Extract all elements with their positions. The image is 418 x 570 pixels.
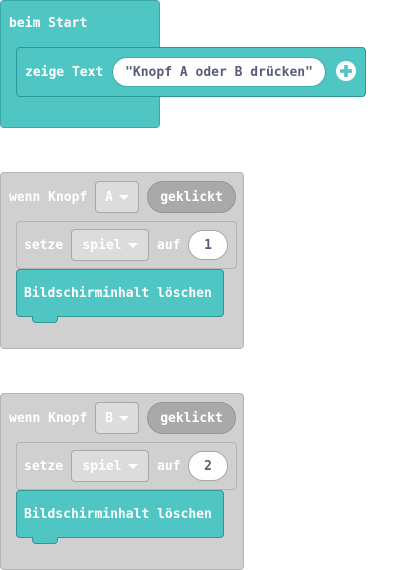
clear-screen-a-notch: [32, 316, 58, 323]
set-variable-b-label: setze: [24, 459, 64, 474]
set-variable-a-to-label: auf: [157, 238, 181, 253]
set-variable-b-value[interactable]: 2: [188, 451, 228, 481]
set-variable-a-value[interactable]: 1: [188, 230, 228, 260]
variable-b-dropdown-value: spiel: [82, 458, 122, 474]
on-start-label: beim Start: [9, 16, 88, 31]
button-b-dropdown[interactable]: B: [95, 402, 139, 434]
button-b-event-pill[interactable]: geklickt: [147, 402, 236, 434]
clear-screen-b-label: Bildschirminhalt löschen: [24, 507, 212, 522]
chevron-down-icon: [118, 415, 129, 421]
on-button-b-label: wenn Knopf: [9, 411, 88, 426]
plus-circle-icon[interactable]: [335, 60, 357, 82]
button-a-event-pill[interactable]: geklickt: [147, 181, 236, 213]
button-b-dropdown-value: B: [105, 410, 113, 426]
set-variable-b-to-label: auf: [157, 459, 181, 474]
show-string-text-field[interactable]: "Knopf A oder B drücken": [112, 57, 326, 87]
show-string-label: zeige Text: [25, 65, 104, 80]
button-a-dropdown-value: A: [105, 189, 113, 205]
button-a-dropdown[interactable]: A: [95, 181, 139, 213]
chevron-down-icon: [127, 463, 138, 469]
variable-a-dropdown-value: spiel: [82, 237, 122, 253]
chevron-down-icon: [127, 242, 138, 248]
clear-screen-a-label: Bildschirminhalt löschen: [24, 286, 212, 301]
variable-a-dropdown[interactable]: spiel: [71, 229, 149, 261]
variable-b-dropdown[interactable]: spiel: [71, 450, 149, 482]
set-variable-a-label: setze: [24, 238, 64, 253]
clear-screen-b-notch: [32, 537, 58, 544]
on-button-a-label: wenn Knopf: [9, 190, 88, 205]
chevron-down-icon: [118, 194, 129, 200]
